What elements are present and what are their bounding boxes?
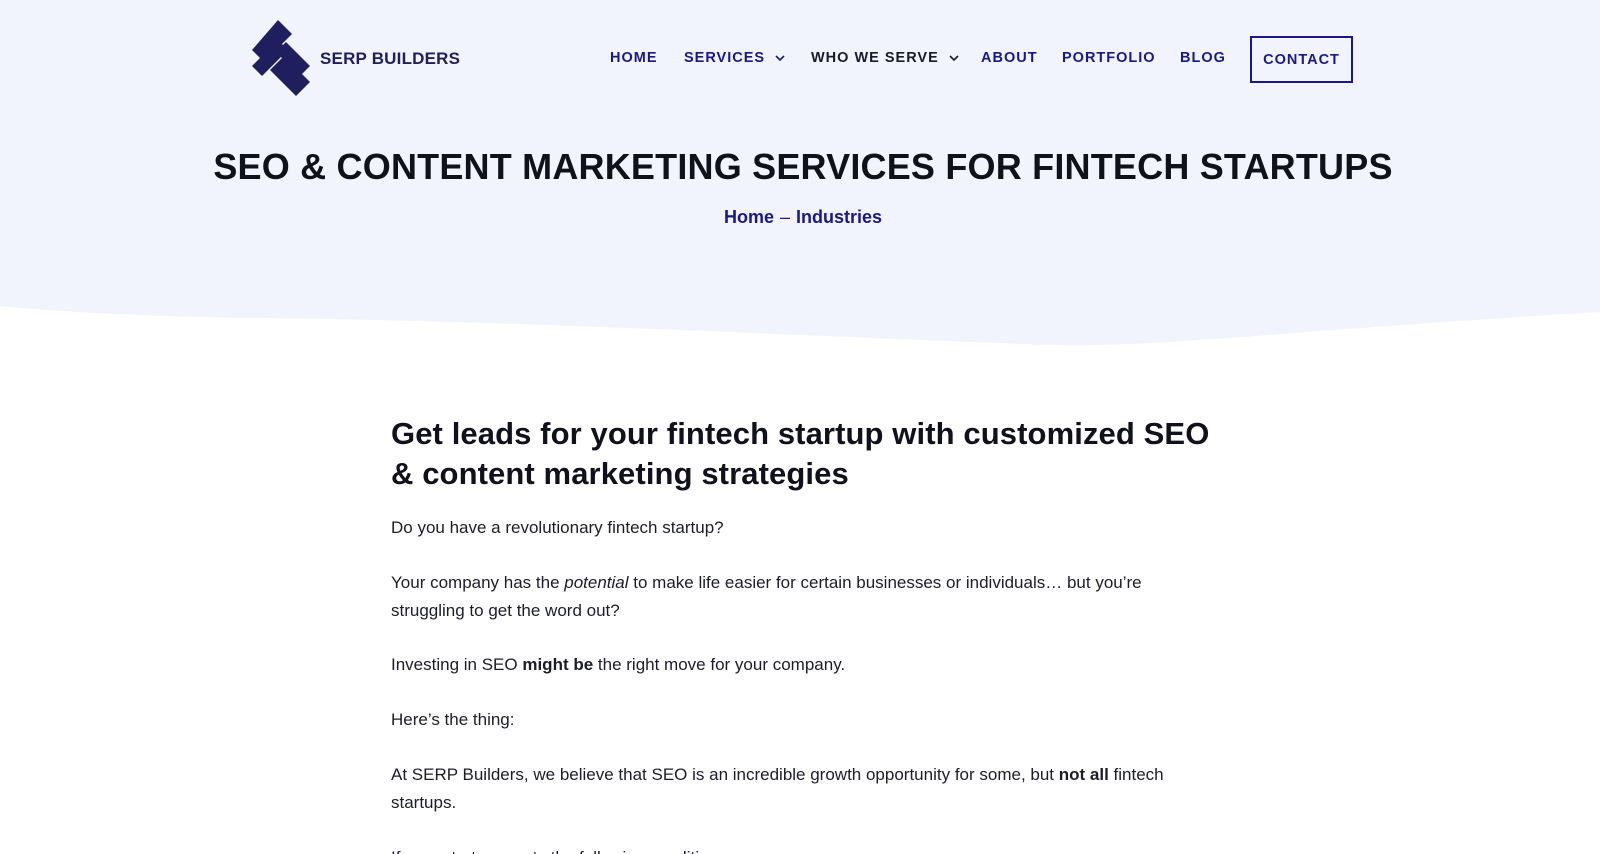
nav-portfolio[interactable]: PORTFOLIO xyxy=(1062,50,1156,66)
chevron-down-icon xyxy=(775,54,785,61)
nav-services-label: SERVICES xyxy=(684,50,766,66)
emphasis-potential: potential xyxy=(564,573,629,592)
text: Your company has the xyxy=(391,573,565,592)
paragraph-heres-the-thing: Here’s the thing: xyxy=(391,710,515,729)
nav-blog[interactable]: BLOG xyxy=(1180,50,1226,66)
paragraph-question: Do you have a revolutionary fintech star… xyxy=(391,518,724,537)
nav-home-label: HOME xyxy=(610,50,658,66)
nav-about-label: ABOUT xyxy=(981,50,1038,66)
contact-button[interactable]: CONTACT xyxy=(1250,36,1353,83)
breadcrumb: Home – Industries xyxy=(0,207,1600,228)
nav-home[interactable]: HOME xyxy=(610,50,658,66)
nav-about[interactable]: ABOUT xyxy=(981,50,1038,66)
paragraph-belief: At SERP Builders, we believe that SEO is… xyxy=(391,761,1181,817)
breadcrumb-separator: – xyxy=(779,207,790,227)
paragraph-potential: Your company has the potential to make l… xyxy=(391,569,1181,625)
text: the right move for your company. xyxy=(593,655,846,674)
text: Investing in SEO xyxy=(391,655,523,674)
nav-who-we-serve-label: WHO WE SERVE xyxy=(811,50,939,66)
breadcrumb-home-link[interactable]: Home xyxy=(724,207,774,227)
site-header: SERP BUILDERS HOME SERVICES WHO WE SERVE… xyxy=(0,0,1600,120)
paragraph-conditions: If your startup meets the following cond… xyxy=(391,844,743,854)
logo-icon xyxy=(252,20,310,96)
logo[interactable]: SERP BUILDERS xyxy=(252,20,460,98)
content-heading: Get leads for your fintech startup with … xyxy=(391,416,1210,491)
main-content: Get leads for your fintech startup with … xyxy=(391,414,1211,854)
bold-might-be: might be xyxy=(522,655,594,674)
text: At SERP Builders, we believe that SEO is… xyxy=(391,765,1059,784)
breadcrumb-industries-link[interactable]: Industries xyxy=(796,207,882,227)
nav-services[interactable]: SERVICES xyxy=(684,50,785,66)
paragraph-investing: Investing in SEO might be the right move… xyxy=(391,651,845,679)
bold-not-all: not all xyxy=(1058,765,1109,784)
nav-who-we-serve[interactable]: WHO WE SERVE xyxy=(811,50,959,66)
page-title: SEO & CONTENT MARKETING SERVICES FOR FIN… xyxy=(213,146,1393,187)
chevron-down-icon xyxy=(949,54,959,61)
nav-blog-label: BLOG xyxy=(1180,50,1226,66)
logo-text: SERP BUILDERS xyxy=(320,49,461,68)
nav-portfolio-label: PORTFOLIO xyxy=(1062,50,1156,66)
